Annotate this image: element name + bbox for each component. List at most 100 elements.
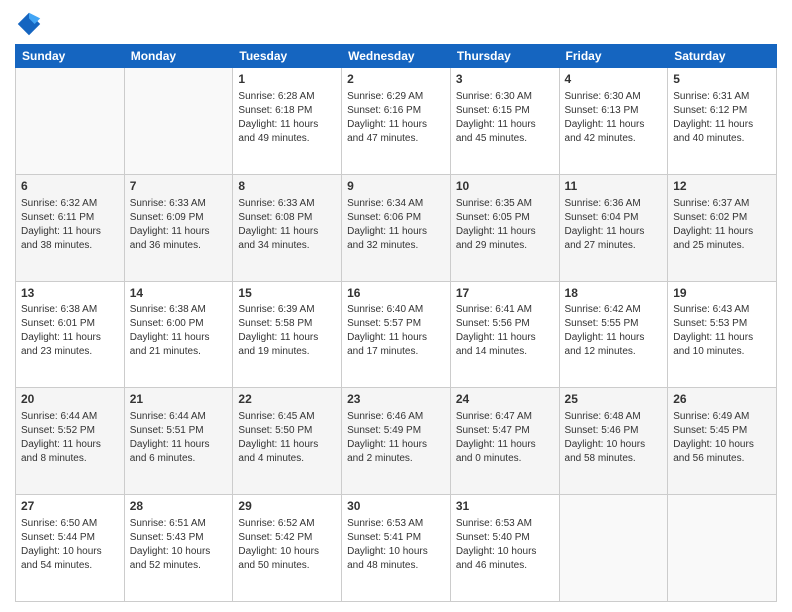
day-header-thursday: Thursday — [450, 45, 559, 68]
calendar-cell: 29Sunrise: 6:52 AMSunset: 5:42 PMDayligh… — [233, 495, 342, 602]
calendar-cell: 24Sunrise: 6:47 AMSunset: 5:47 PMDayligh… — [450, 388, 559, 495]
calendar-week-row: 6Sunrise: 6:32 AMSunset: 6:11 PMDaylight… — [16, 174, 777, 281]
sunset-text: Sunset: 6:04 PM — [565, 211, 663, 225]
day-number: 4 — [565, 71, 663, 88]
calendar-cell — [668, 495, 777, 602]
calendar-cell — [16, 68, 125, 175]
sunset-text: Sunset: 5:42 PM — [238, 531, 336, 545]
day-number: 13 — [21, 285, 119, 302]
sunset-text: Sunset: 6:06 PM — [347, 211, 445, 225]
sunrise-text: Sunrise: 6:46 AM — [347, 410, 445, 424]
calendar-cell: 25Sunrise: 6:48 AMSunset: 5:46 PMDayligh… — [559, 388, 668, 495]
sunset-text: Sunset: 6:09 PM — [130, 211, 228, 225]
header — [15, 10, 777, 38]
sunrise-text: Sunrise: 6:28 AM — [238, 90, 336, 104]
daylight-text: Daylight: 11 hours and 23 minutes. — [21, 331, 119, 359]
sunset-text: Sunset: 6:05 PM — [456, 211, 554, 225]
day-number: 26 — [673, 391, 771, 408]
calendar-cell: 15Sunrise: 6:39 AMSunset: 5:58 PMDayligh… — [233, 281, 342, 388]
logo-icon — [15, 10, 43, 38]
sunrise-text: Sunrise: 6:29 AM — [347, 90, 445, 104]
daylight-text: Daylight: 10 hours and 56 minutes. — [673, 438, 771, 466]
daylight-text: Daylight: 11 hours and 47 minutes. — [347, 118, 445, 146]
sunset-text: Sunset: 6:18 PM — [238, 104, 336, 118]
sunrise-text: Sunrise: 6:53 AM — [347, 517, 445, 531]
day-number: 22 — [238, 391, 336, 408]
calendar-cell: 7Sunrise: 6:33 AMSunset: 6:09 PMDaylight… — [124, 174, 233, 281]
day-header-saturday: Saturday — [668, 45, 777, 68]
day-number: 23 — [347, 391, 445, 408]
daylight-text: Daylight: 11 hours and 49 minutes. — [238, 118, 336, 146]
calendar-cell: 4Sunrise: 6:30 AMSunset: 6:13 PMDaylight… — [559, 68, 668, 175]
sunset-text: Sunset: 5:53 PM — [673, 317, 771, 331]
day-number: 8 — [238, 178, 336, 195]
calendar-cell: 31Sunrise: 6:53 AMSunset: 5:40 PMDayligh… — [450, 495, 559, 602]
sunrise-text: Sunrise: 6:33 AM — [130, 197, 228, 211]
sunset-text: Sunset: 6:02 PM — [673, 211, 771, 225]
sunrise-text: Sunrise: 6:38 AM — [21, 303, 119, 317]
day-header-friday: Friday — [559, 45, 668, 68]
daylight-text: Daylight: 11 hours and 6 minutes. — [130, 438, 228, 466]
sunrise-text: Sunrise: 6:39 AM — [238, 303, 336, 317]
sunset-text: Sunset: 6:01 PM — [21, 317, 119, 331]
calendar-cell: 8Sunrise: 6:33 AMSunset: 6:08 PMDaylight… — [233, 174, 342, 281]
day-number: 15 — [238, 285, 336, 302]
day-number: 10 — [456, 178, 554, 195]
daylight-text: Daylight: 11 hours and 34 minutes. — [238, 225, 336, 253]
day-number: 29 — [238, 498, 336, 515]
sunrise-text: Sunrise: 6:32 AM — [21, 197, 119, 211]
day-number: 9 — [347, 178, 445, 195]
daylight-text: Daylight: 11 hours and 4 minutes. — [238, 438, 336, 466]
calendar-table: SundayMondayTuesdayWednesdayThursdayFrid… — [15, 44, 777, 602]
sunset-text: Sunset: 5:46 PM — [565, 424, 663, 438]
sunset-text: Sunset: 6:13 PM — [565, 104, 663, 118]
sunset-text: Sunset: 5:44 PM — [21, 531, 119, 545]
day-number: 21 — [130, 391, 228, 408]
calendar-cell: 3Sunrise: 6:30 AMSunset: 6:15 PMDaylight… — [450, 68, 559, 175]
calendar-cell: 30Sunrise: 6:53 AMSunset: 5:41 PMDayligh… — [342, 495, 451, 602]
calendar-cell: 11Sunrise: 6:36 AMSunset: 6:04 PMDayligh… — [559, 174, 668, 281]
daylight-text: Daylight: 11 hours and 0 minutes. — [456, 438, 554, 466]
daylight-text: Daylight: 11 hours and 36 minutes. — [130, 225, 228, 253]
sunset-text: Sunset: 5:45 PM — [673, 424, 771, 438]
calendar-week-row: 20Sunrise: 6:44 AMSunset: 5:52 PMDayligh… — [16, 388, 777, 495]
sunrise-text: Sunrise: 6:34 AM — [347, 197, 445, 211]
sunrise-text: Sunrise: 6:47 AM — [456, 410, 554, 424]
day-number: 16 — [347, 285, 445, 302]
day-number: 20 — [21, 391, 119, 408]
day-number: 30 — [347, 498, 445, 515]
daylight-text: Daylight: 11 hours and 29 minutes. — [456, 225, 554, 253]
daylight-text: Daylight: 10 hours and 52 minutes. — [130, 545, 228, 573]
sunset-text: Sunset: 6:16 PM — [347, 104, 445, 118]
sunset-text: Sunset: 6:08 PM — [238, 211, 336, 225]
sunset-text: Sunset: 5:41 PM — [347, 531, 445, 545]
sunrise-text: Sunrise: 6:44 AM — [130, 410, 228, 424]
sunrise-text: Sunrise: 6:36 AM — [565, 197, 663, 211]
daylight-text: Daylight: 11 hours and 32 minutes. — [347, 225, 445, 253]
daylight-text: Daylight: 10 hours and 58 minutes. — [565, 438, 663, 466]
calendar-cell: 12Sunrise: 6:37 AMSunset: 6:02 PMDayligh… — [668, 174, 777, 281]
daylight-text: Daylight: 10 hours and 54 minutes. — [21, 545, 119, 573]
calendar-cell: 27Sunrise: 6:50 AMSunset: 5:44 PMDayligh… — [16, 495, 125, 602]
sunset-text: Sunset: 5:49 PM — [347, 424, 445, 438]
logo — [15, 10, 47, 38]
day-header-tuesday: Tuesday — [233, 45, 342, 68]
sunset-text: Sunset: 6:00 PM — [130, 317, 228, 331]
sunrise-text: Sunrise: 6:43 AM — [673, 303, 771, 317]
day-number: 31 — [456, 498, 554, 515]
calendar-cell: 17Sunrise: 6:41 AMSunset: 5:56 PMDayligh… — [450, 281, 559, 388]
sunset-text: Sunset: 5:56 PM — [456, 317, 554, 331]
sunset-text: Sunset: 5:58 PM — [238, 317, 336, 331]
daylight-text: Daylight: 11 hours and 2 minutes. — [347, 438, 445, 466]
calendar-cell: 1Sunrise: 6:28 AMSunset: 6:18 PMDaylight… — [233, 68, 342, 175]
daylight-text: Daylight: 11 hours and 8 minutes. — [21, 438, 119, 466]
sunset-text: Sunset: 6:12 PM — [673, 104, 771, 118]
sunset-text: Sunset: 5:52 PM — [21, 424, 119, 438]
day-number: 17 — [456, 285, 554, 302]
calendar-cell: 22Sunrise: 6:45 AMSunset: 5:50 PMDayligh… — [233, 388, 342, 495]
daylight-text: Daylight: 11 hours and 19 minutes. — [238, 331, 336, 359]
calendar-week-row: 13Sunrise: 6:38 AMSunset: 6:01 PMDayligh… — [16, 281, 777, 388]
sunset-text: Sunset: 5:43 PM — [130, 531, 228, 545]
sunrise-text: Sunrise: 6:53 AM — [456, 517, 554, 531]
calendar-cell: 19Sunrise: 6:43 AMSunset: 5:53 PMDayligh… — [668, 281, 777, 388]
